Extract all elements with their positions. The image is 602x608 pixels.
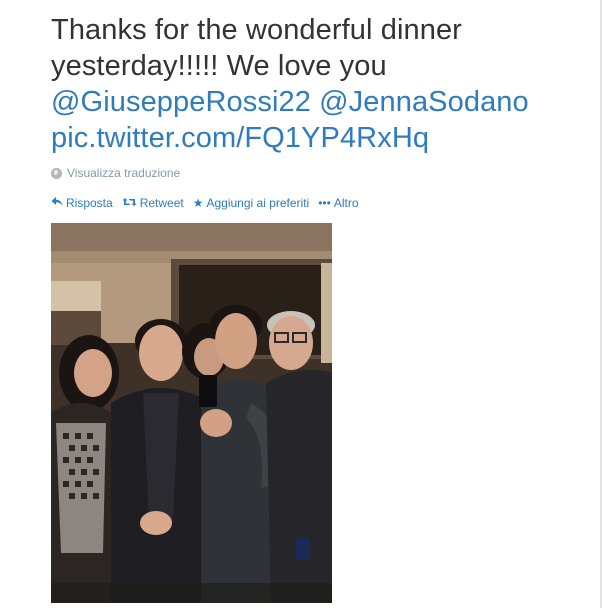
retweet-label: Retweet xyxy=(139,196,184,210)
reply-button[interactable]: Risposta xyxy=(51,196,113,210)
retweet-icon xyxy=(122,196,137,210)
favorite-button[interactable]: ★ Aggiungi ai preferiti xyxy=(193,196,310,210)
reply-label: Risposta xyxy=(66,196,113,210)
star-icon: ★ xyxy=(192,196,204,210)
tweet-text: Thanks for the wonderful dinner yesterda… xyxy=(51,12,581,156)
tweet-text-line-2: yesterday!!!!! We love you xyxy=(51,50,387,82)
mention-jenna[interactable]: @JennaSodano xyxy=(319,86,529,118)
ellipsis-icon: ••• xyxy=(318,196,331,210)
reply-icon xyxy=(51,196,63,210)
tweet-text-line-1: Thanks for the wonderful dinner xyxy=(51,14,462,46)
tweet-container: Thanks for the wonderful dinner yesterda… xyxy=(0,0,602,608)
translate-link[interactable]: Visualizza traduzione xyxy=(51,166,180,180)
retweet-button[interactable]: Retweet xyxy=(122,196,184,210)
tweet-photo[interactable] xyxy=(51,223,332,603)
group-selfie-image xyxy=(51,223,332,603)
more-button[interactable]: ••• Altro xyxy=(318,196,358,210)
mention-giuseppe[interactable]: @GiuseppeRossi22 xyxy=(51,86,311,118)
photo-link[interactable]: pic.twitter.com/FQ1YP4RxHq xyxy=(51,122,429,154)
favorite-label: Aggiungi ai preferiti xyxy=(206,196,310,210)
globe-icon xyxy=(51,167,62,179)
translate-label: Visualizza traduzione xyxy=(67,166,181,180)
more-label: Altro xyxy=(333,196,359,210)
tweet-actions: Risposta Retweet ★ Aggiungi ai preferiti… xyxy=(51,196,368,210)
